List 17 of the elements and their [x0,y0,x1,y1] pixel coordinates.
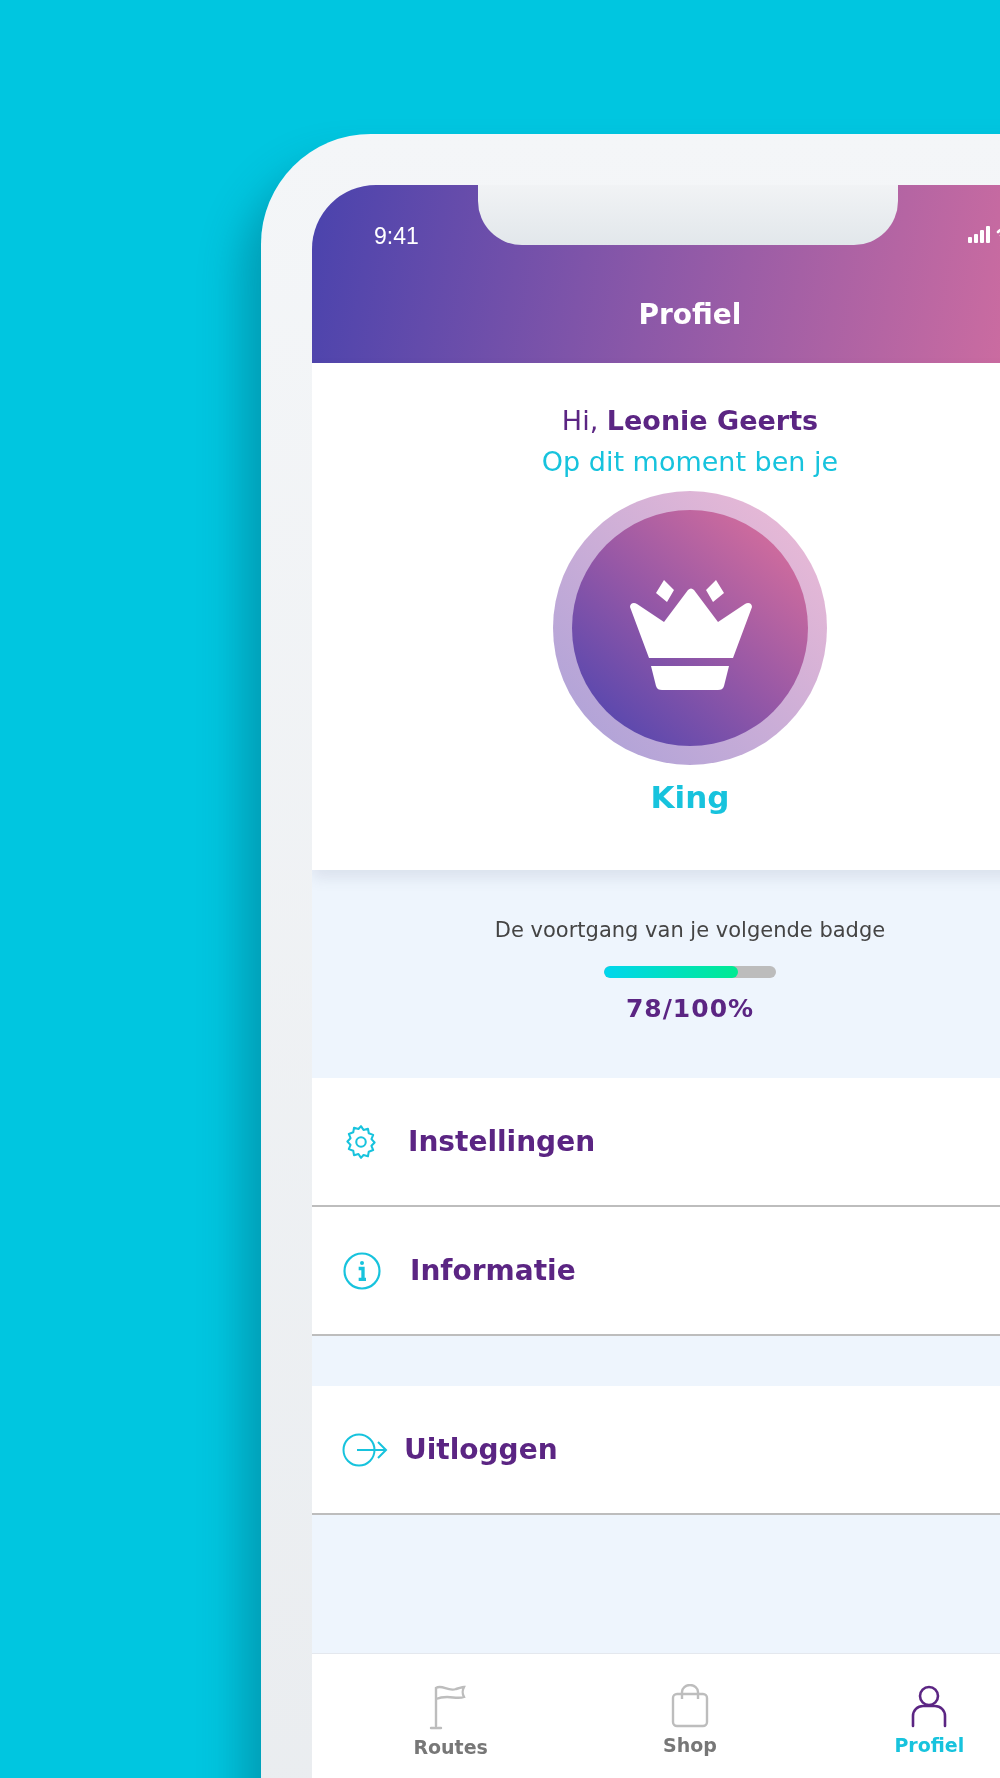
menu-item[interactable]: Informatie [312,1207,1000,1336]
shopping-bag-icon [671,1684,709,1728]
logout-icon [342,1432,388,1467]
tab[interactable]: Shop [570,1654,810,1778]
status-subtitle: Op dit moment ben je [541,446,839,477]
greeting-text: Hi, Leonie Geerts [561,405,819,436]
menu-item[interactable]: Uitloggen [312,1386,1000,1515]
person-icon [911,1684,948,1728]
badge-name: King [650,779,730,815]
crown-badge-icon [553,491,827,765]
status-time: 9:41 [374,222,419,250]
tab[interactable]: Routes [331,1654,571,1778]
info-icon [342,1250,382,1291]
menu-item[interactable]: Instellingen [312,1078,1000,1207]
progress-reading: 78/100% [625,994,755,1023]
progress-label: De voortgang van je volgende badge [494,918,886,942]
screen-title: Profiel [637,297,743,333]
